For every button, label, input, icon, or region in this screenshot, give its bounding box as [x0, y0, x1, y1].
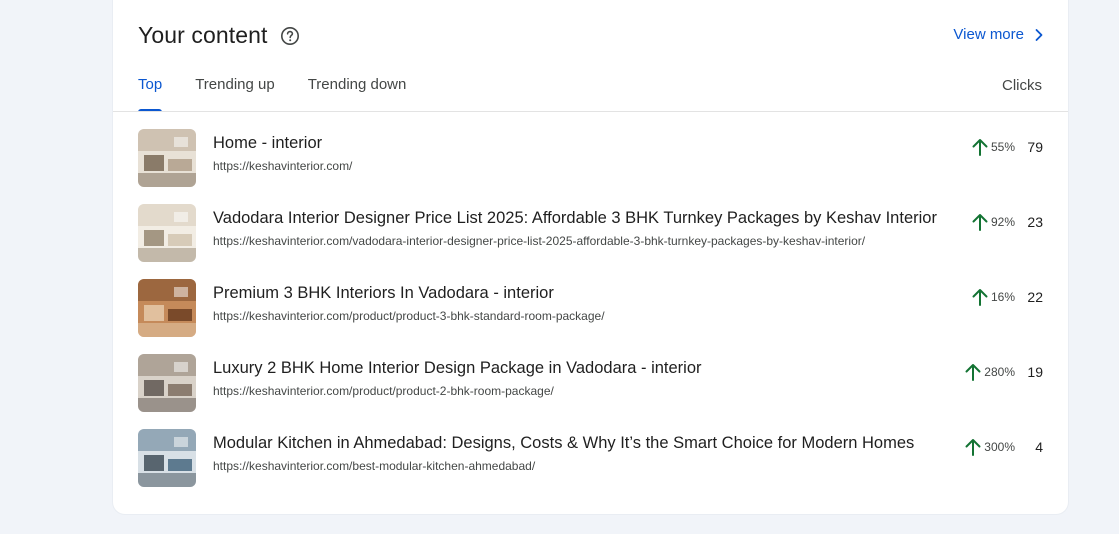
- content-list: Home - interior https://keshavinterior.c…: [138, 124, 1043, 499]
- page-thumbnail: [138, 204, 196, 262]
- arrow-up-icon: [971, 212, 989, 232]
- row-stats: 55% 79: [971, 137, 1043, 157]
- content-row[interactable]: Vadodara Interior Designer Price List 20…: [138, 199, 1043, 274]
- row-stats: 280% 19: [964, 362, 1043, 382]
- page-url: https://keshavinterior.com/best-modular-…: [213, 459, 536, 473]
- content-row[interactable]: Premium 3 BHK Interiors In Vadodara - in…: [138, 274, 1043, 349]
- arrow-up-icon: [964, 437, 982, 457]
- change-percent: 16%: [990, 290, 1015, 304]
- page-url: https://keshavinterior.com/product/produ…: [213, 384, 554, 398]
- change-percent: 280%: [984, 365, 1015, 379]
- page-url: https://keshavinterior.com/vadodara-inte…: [213, 234, 866, 248]
- arrow-up-icon: [971, 287, 989, 307]
- card-header: Your content: [138, 22, 300, 49]
- your-content-card: Your content View more Top Trending up T…: [113, 0, 1068, 514]
- row-stats: 300% 4: [964, 437, 1043, 457]
- content-row[interactable]: Luxury 2 BHK Home Interior Design Packag…: [138, 349, 1043, 424]
- page-title[interactable]: Vadodara Interior Designer Price List 20…: [213, 209, 951, 228]
- card-title: Your content: [138, 22, 268, 48]
- change-percent: 55%: [990, 140, 1015, 154]
- page-url: https://keshavinterior.com/: [213, 159, 353, 173]
- page-thumbnail: [138, 354, 196, 412]
- tab-trending-down[interactable]: Trending down: [308, 76, 407, 112]
- change-percent: 300%: [984, 440, 1015, 454]
- content-row[interactable]: Modular Kitchen in Ahmedabad: Designs, C…: [138, 424, 1043, 499]
- change-percent: 92%: [990, 215, 1015, 229]
- chevron-right-icon: [1035, 28, 1043, 41]
- row-text: Modular Kitchen in Ahmedabad: Designs, C…: [213, 424, 953, 473]
- clicks-count: 23: [1027, 214, 1043, 230]
- clicks-column-header: Clicks: [1002, 77, 1042, 94]
- clicks-count: 19: [1027, 364, 1043, 380]
- clicks-count: 22: [1027, 289, 1043, 305]
- page-thumbnail: [138, 129, 196, 187]
- page-thumbnail: [138, 429, 196, 487]
- page-title[interactable]: Modular Kitchen in Ahmedabad: Designs, C…: [213, 434, 951, 453]
- view-more-link[interactable]: View more: [953, 26, 1044, 43]
- divider: [113, 111, 1068, 112]
- content-row[interactable]: Home - interior https://keshavinterior.c…: [138, 124, 1043, 199]
- page-title[interactable]: Premium 3 BHK Interiors In Vadodara - in…: [213, 284, 951, 303]
- page-title[interactable]: Home - interior: [213, 134, 951, 153]
- help-circle-icon[interactable]: [280, 26, 300, 46]
- tab-top[interactable]: Top: [138, 76, 163, 112]
- row-stats: 92% 23: [971, 212, 1043, 232]
- row-text: Premium 3 BHK Interiors In Vadodara - in…: [213, 274, 953, 323]
- row-text: Vadodara Interior Designer Price List 20…: [213, 199, 953, 248]
- clicks-count: 4: [1035, 439, 1043, 455]
- arrow-up-icon: [971, 137, 989, 157]
- page-url: https://keshavinterior.com/product/produ…: [213, 309, 605, 323]
- clicks-count: 79: [1027, 139, 1043, 155]
- content-tabs: Top Trending up Trending down: [138, 76, 439, 112]
- tab-trending-up[interactable]: Trending up: [195, 76, 275, 112]
- row-stats: 16% 22: [971, 287, 1043, 307]
- row-text: Luxury 2 BHK Home Interior Design Packag…: [213, 349, 953, 398]
- row-text: Home - interior https://keshavinterior.c…: [213, 124, 953, 173]
- arrow-up-icon: [964, 362, 982, 382]
- page-thumbnail: [138, 279, 196, 337]
- view-more-label: View more: [953, 26, 1024, 43]
- page-title[interactable]: Luxury 2 BHK Home Interior Design Packag…: [213, 359, 951, 378]
